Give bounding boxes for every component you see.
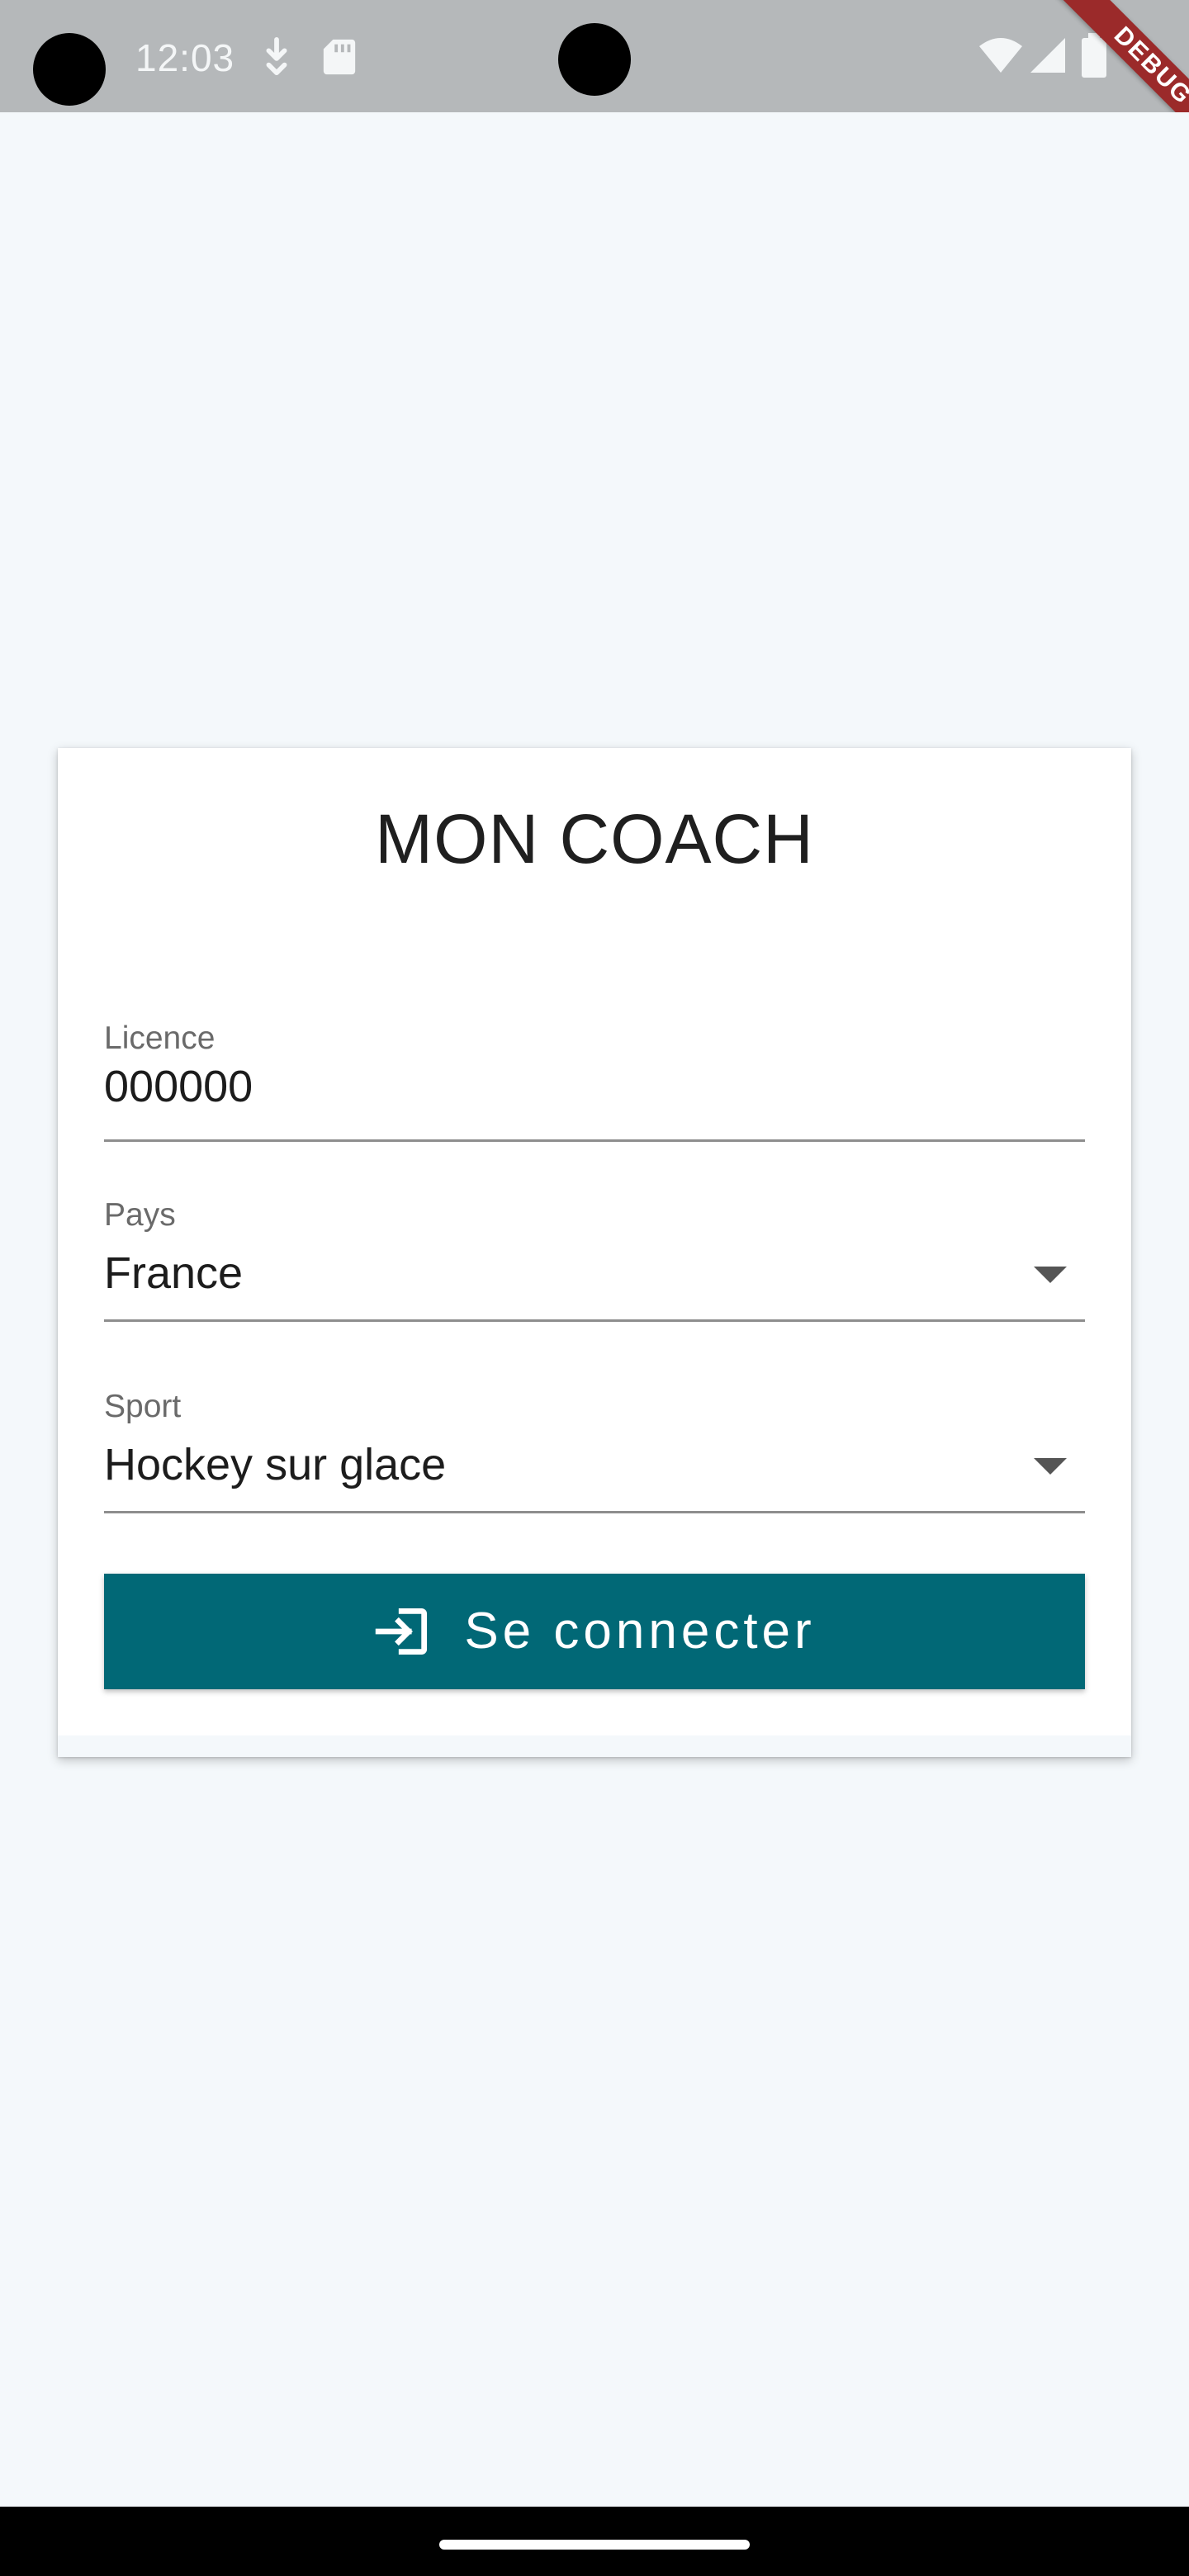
login-card: MON COACH Licence 000000 Pays France Spo… [58,748,1131,1757]
sd-card-icon [323,39,356,75]
download-icon [266,37,287,76]
login-button-label: Se connecter [464,1603,816,1660]
pays-selected-value[interactable]: France [104,1245,243,1301]
app-title: MON COACH [375,800,814,878]
pays-underline [104,1319,1085,1322]
pays-dropdown[interactable]: Pays France [104,1194,1085,1322]
login-icon [376,1608,428,1655]
licence-input[interactable]: 000000 [104,1058,253,1115]
camera-cutout-left [33,33,106,106]
status-bar: 12:03 DEBUG [0,0,1189,112]
card-footer [58,1735,1131,1757]
status-time: 12:03 [135,36,235,79]
licence-underline [104,1139,1085,1142]
card-body: MON COACH Licence 000000 Pays France Spo… [58,748,1131,1735]
sport-selected-value[interactable]: Hockey sur glace [104,1437,446,1493]
camera-cutout-center [558,23,631,96]
wifi-icon [979,38,1022,73]
dropdown-arrow-icon[interactable] [1034,1267,1067,1283]
login-button[interactable]: Se connecter [104,1574,1085,1689]
navigation-bar [0,2507,1189,2576]
licence-field[interactable]: Licence 000000 [104,1017,1085,1142]
sport-label: Sport [104,1389,182,1424]
debug-banner: DEBUG [1053,0,1189,112]
dropdown-arrow-icon[interactable] [1034,1458,1067,1475]
cell-signal-icon [1030,38,1065,73]
pays-label: Pays [104,1197,176,1233]
sport-dropdown[interactable]: Sport Hockey sur glace [104,1385,1085,1513]
sport-underline [104,1511,1085,1513]
home-indicator[interactable] [439,2540,750,2550]
licence-label: Licence [104,1020,216,1056]
